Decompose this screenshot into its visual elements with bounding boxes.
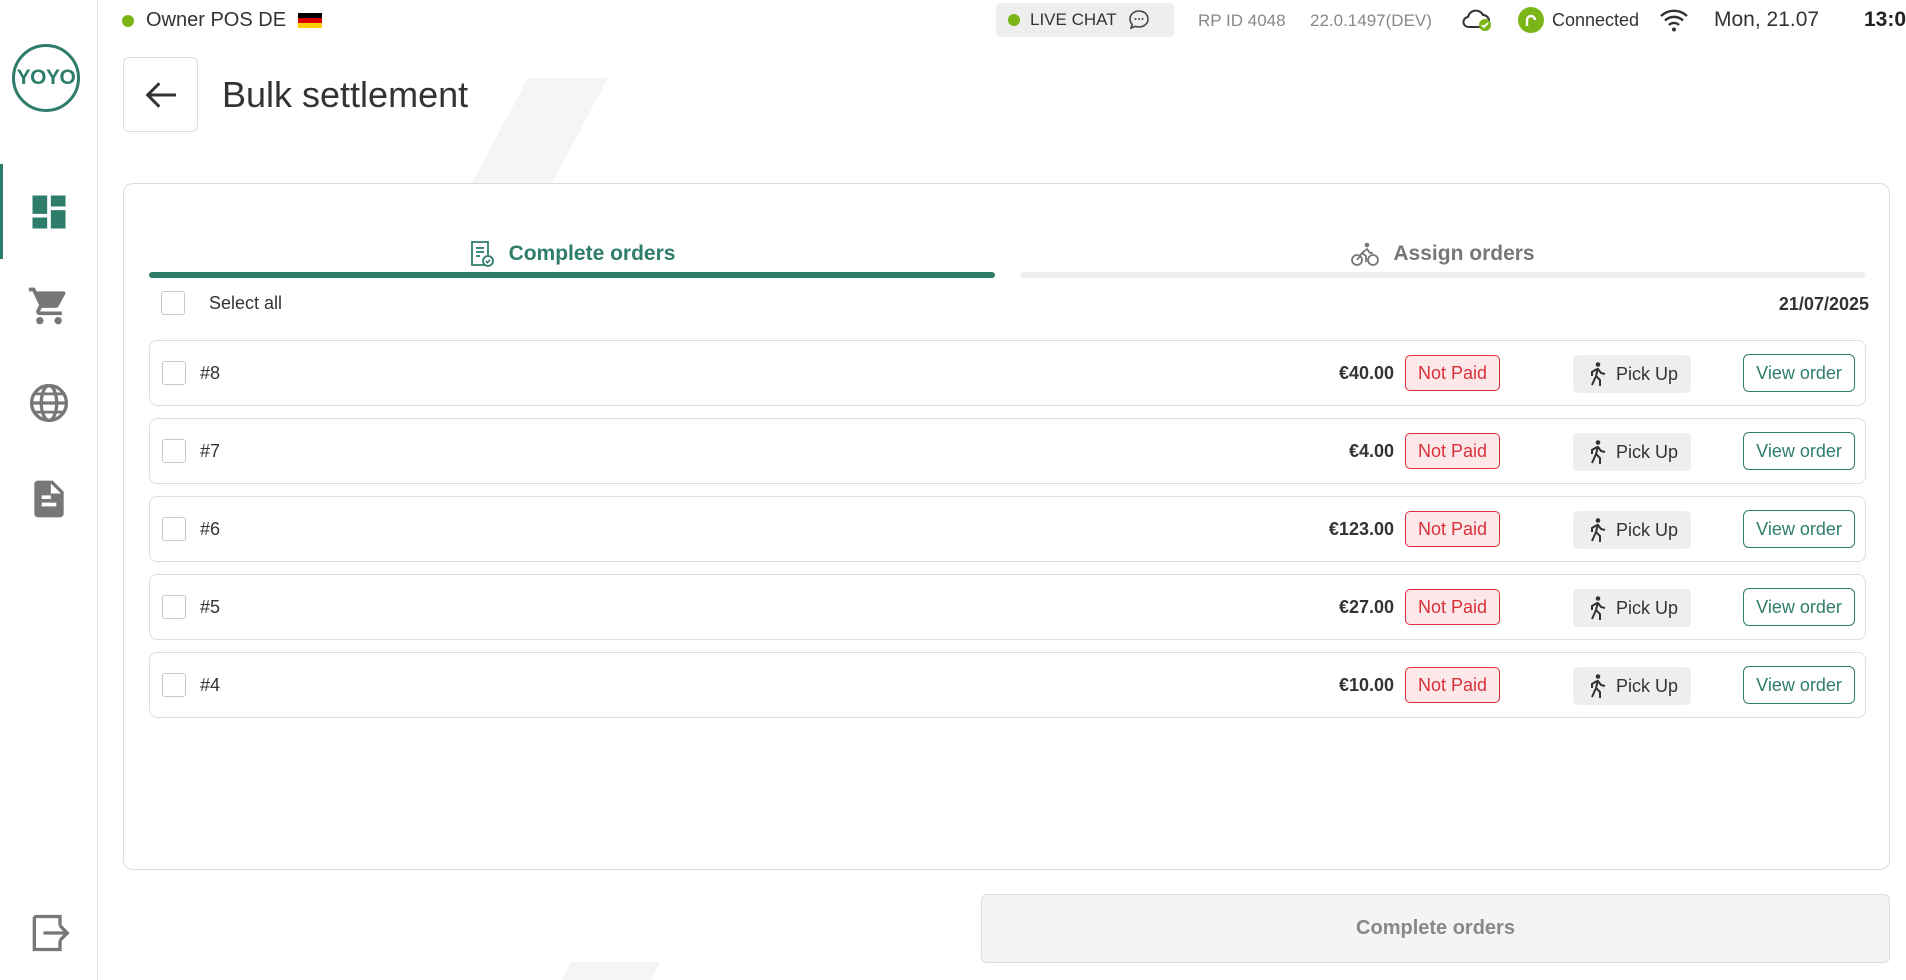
orders-card: Complete orders Assign orders Select all… xyxy=(123,183,1890,870)
order-type-chip: Pick Up xyxy=(1573,433,1691,471)
time-display: 13:08 xyxy=(1864,8,1906,31)
cart-icon xyxy=(28,287,66,324)
order-checkbox[interactable] xyxy=(162,439,186,463)
sidebar-item-cart[interactable] xyxy=(0,258,98,353)
logout-icon xyxy=(32,914,70,951)
order-type-label: Pick Up xyxy=(1615,519,1678,540)
order-checkbox[interactable] xyxy=(162,595,186,619)
view-order-button[interactable]: View order xyxy=(1743,432,1855,470)
page-title: Bulk settlement xyxy=(222,74,469,115)
connection-label: Connected xyxy=(1552,9,1640,30)
complete-orders-button[interactable]: Complete orders xyxy=(981,894,1890,963)
connection-status: Connected xyxy=(1518,7,1639,33)
live-chat-label: LIVE CHAT xyxy=(1030,10,1117,29)
globe-icon xyxy=(29,383,69,422)
status-bar: Owner POS DE LIVE CHAT RP ID 4048 22.0.1… xyxy=(98,0,1906,40)
cloud-sync-icon xyxy=(1460,6,1494,39)
live-chat-dot-icon xyxy=(1008,14,1020,26)
order-type-label: Pick Up xyxy=(1615,597,1678,618)
app-version: 22.0.1497(DEV) xyxy=(1310,11,1432,30)
sidebar-item-dashboard[interactable] xyxy=(0,164,98,259)
yoyo-logo: YOYO xyxy=(12,44,80,112)
order-id: #6 xyxy=(200,519,221,539)
view-order-button[interactable]: View order xyxy=(1743,354,1855,392)
back-button[interactable] xyxy=(123,57,198,132)
payment-status-badge: Not Paid xyxy=(1405,589,1500,625)
background-decoration xyxy=(472,78,608,183)
order-type-chip: Pick Up xyxy=(1573,589,1691,627)
order-checkbox[interactable] xyxy=(162,361,186,385)
order-amount: €123.00 xyxy=(1328,519,1394,539)
order-row: #5 €27.00 Not Paid Pick Up View order xyxy=(149,574,1866,640)
order-type-label: Pick Up xyxy=(1615,441,1678,462)
order-type-chip: Pick Up xyxy=(1573,667,1691,705)
bicycle-icon xyxy=(1351,242,1380,266)
date-display: Mon, 21.07 xyxy=(1714,8,1820,31)
owner-status: Owner POS DE xyxy=(122,9,323,32)
view-order-button[interactable]: View order xyxy=(1743,588,1855,626)
payment-status-badge: Not Paid xyxy=(1405,433,1500,469)
walking-person-icon xyxy=(1590,518,1606,542)
payment-status-badge: Not Paid xyxy=(1405,667,1500,703)
order-row: #6 €123.00 Not Paid Pick Up View order xyxy=(149,496,1866,562)
order-row: #8 €40.00 Not Paid Pick Up View order xyxy=(149,340,1866,406)
connection-logo-icon xyxy=(1518,7,1544,33)
tab-complete-orders-label: Complete orders xyxy=(508,242,676,265)
tab-indicator-active xyxy=(149,272,995,278)
payment-status-badge: Not Paid xyxy=(1405,511,1500,547)
view-order-button[interactable]: View order xyxy=(1743,666,1855,704)
order-row: #7 €4.00 Not Paid Pick Up View order xyxy=(149,418,1866,484)
sidebar-item-online[interactable] xyxy=(0,355,98,450)
walking-person-icon xyxy=(1590,596,1606,620)
dashboard-icon xyxy=(32,195,66,228)
tab-indicator-inactive xyxy=(1020,272,1866,278)
order-type-label: Pick Up xyxy=(1615,363,1678,384)
walking-person-icon xyxy=(1590,440,1606,464)
select-all-row: Select all xyxy=(161,291,282,315)
select-all-checkbox[interactable] xyxy=(161,291,185,315)
order-id: #5 xyxy=(200,597,221,617)
order-id: #8 xyxy=(200,363,221,383)
wifi-icon xyxy=(1658,6,1690,39)
chat-bubble-icon xyxy=(1128,10,1149,30)
order-amount: €4.00 xyxy=(1348,441,1394,461)
arrow-left-icon xyxy=(145,81,176,108)
logout-button[interactable] xyxy=(0,885,98,980)
select-all-label: Select all xyxy=(209,292,283,313)
view-order-button[interactable]: View order xyxy=(1743,510,1855,548)
order-amount: €10.00 xyxy=(1338,675,1394,695)
order-row: #4 €10.00 Not Paid Pick Up View order xyxy=(149,652,1866,718)
order-checkbox[interactable] xyxy=(162,517,186,541)
online-dot-icon xyxy=(122,14,134,27)
owner-label: Owner POS DE xyxy=(146,9,287,31)
document-icon xyxy=(34,480,64,517)
order-type-chip: Pick Up xyxy=(1573,355,1691,393)
rp-id: RP ID 4048 xyxy=(1198,11,1286,30)
order-type-label: Pick Up xyxy=(1615,675,1678,696)
order-amount: €27.00 xyxy=(1338,597,1394,617)
order-id: #4 xyxy=(200,675,221,695)
order-type-chip: Pick Up xyxy=(1573,511,1691,549)
background-decoration xyxy=(549,962,661,980)
payment-status-badge: Not Paid xyxy=(1405,355,1500,391)
walking-person-icon xyxy=(1590,362,1606,386)
sidebar-item-reports[interactable] xyxy=(0,451,98,546)
walking-person-icon xyxy=(1590,674,1606,698)
sidebar: YOYO xyxy=(0,0,98,980)
orders-date: 21/07/2025 xyxy=(1778,294,1869,314)
order-amount: €40.00 xyxy=(1338,363,1394,383)
live-chat-button[interactable]: LIVE CHAT xyxy=(996,3,1174,37)
order-checkbox[interactable] xyxy=(162,673,186,697)
receipt-check-icon xyxy=(470,241,494,267)
order-id: #7 xyxy=(200,441,221,461)
german-flag-icon xyxy=(298,12,323,29)
tab-assign-orders-label: Assign orders xyxy=(1393,242,1535,265)
